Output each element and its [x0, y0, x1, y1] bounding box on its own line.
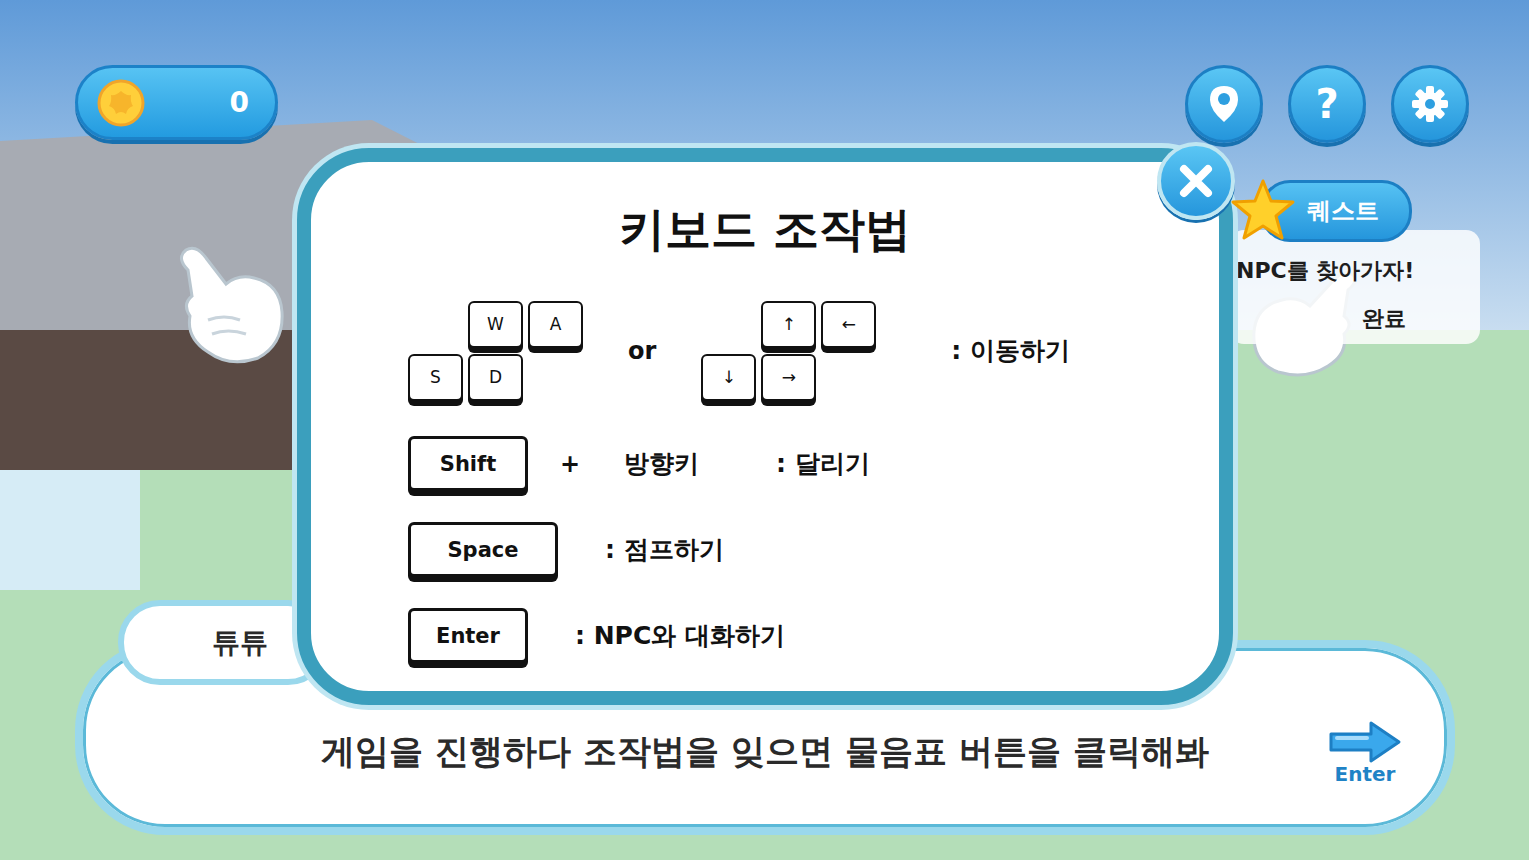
key: A	[528, 301, 583, 348]
quest-card: NPC를 찾아가자! 완료	[1230, 230, 1480, 344]
key: Enter	[408, 608, 528, 663]
modal-title: 키보드 조작법	[619, 204, 911, 255]
next-button[interactable]: Enter	[1327, 720, 1403, 786]
key: D	[468, 354, 523, 401]
key: ←	[821, 301, 876, 348]
arrow-icon	[1327, 720, 1403, 764]
game-screen: 게임을 진행하다 조작법을 잊으면 물음표 버튼을 클릭해봐 Enter 튜튜 퀘스트…	[0, 0, 1529, 860]
close-button[interactable]	[1157, 142, 1235, 220]
action-label: : 점프하기	[605, 533, 724, 566]
water	[0, 470, 140, 590]
control-row: WA SDor ↑← ↓→ : 이동하기	[408, 295, 1179, 407]
control-row: Shift + 방향키 : 달리기	[408, 433, 1179, 495]
action-label: : NPC와 대화하기	[575, 619, 785, 652]
coin-icon	[96, 78, 146, 128]
quest-header[interactable]: 퀘스트	[1230, 178, 1480, 244]
map-pin-icon	[1207, 84, 1241, 124]
settings-button[interactable]	[1391, 65, 1469, 143]
coin-counter: 0	[75, 65, 278, 140]
help-button[interactable]: ?	[1288, 65, 1366, 143]
control-row: Enter : NPC와 대화하기	[408, 605, 1179, 667]
quest-panel: 퀘스트 NPC를 찾아가자! 완료	[1230, 178, 1480, 344]
coin-value: 0	[230, 86, 249, 119]
map-button[interactable]	[1185, 65, 1263, 143]
key: ↑	[761, 301, 816, 348]
key-cluster: ↑← ↓→	[701, 301, 876, 401]
key: S	[408, 354, 463, 401]
key: Space	[408, 522, 558, 577]
plus-sign: +	[560, 450, 580, 478]
key: Shift	[408, 436, 528, 491]
action-label: : 달리기	[776, 447, 870, 480]
star-icon	[1230, 178, 1296, 244]
key-cluster: WA SD	[408, 301, 583, 401]
key: →	[761, 354, 816, 401]
gear-icon	[1410, 84, 1450, 124]
dialog-text: 게임을 진행하다 조작법을 잊으면 물음표 버튼을 클릭해봐	[321, 729, 1208, 775]
control-row: Space : 점프하기	[408, 519, 1179, 581]
glove-hand-icon	[168, 240, 292, 370]
close-icon	[1176, 161, 1216, 201]
separator: or	[628, 337, 656, 365]
controls-modal: 키보드 조작법 WA SDor ↑← ↓→ : 이동하기 Shift + 방향키 : 달리기 Spa…	[297, 148, 1233, 705]
key: ↓	[701, 354, 756, 401]
quest-task: NPC를 찾아가자!	[1236, 256, 1466, 286]
key-target: 방향키	[624, 447, 699, 480]
speaker-name: 튜튜	[212, 624, 268, 662]
action-label: : 이동하기	[951, 334, 1070, 367]
quest-status: 완료	[1362, 304, 1406, 334]
help-label: ?	[1315, 84, 1338, 124]
top-buttons: ?	[1185, 65, 1469, 143]
next-label: Enter	[1335, 762, 1396, 786]
key: W	[468, 301, 523, 348]
